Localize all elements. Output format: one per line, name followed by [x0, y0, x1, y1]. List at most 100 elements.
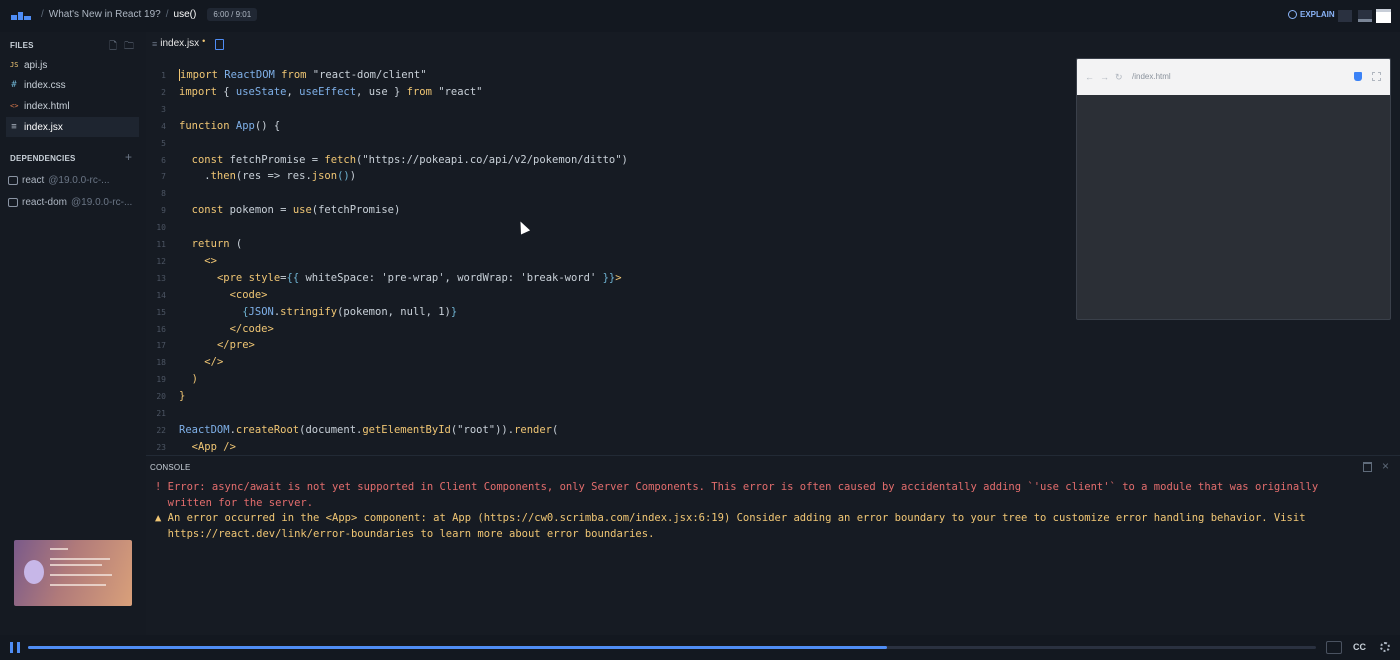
- file-name: index.css: [24, 79, 66, 91]
- line-number: 17: [156, 341, 166, 351]
- line-number: 19: [156, 375, 166, 385]
- code-line[interactable]: 18 </>: [146, 354, 223, 371]
- css-file-icon: #: [11, 80, 17, 90]
- line-number: 5: [161, 138, 166, 148]
- code-line[interactable]: 14 <code>: [146, 287, 267, 304]
- gear-icon[interactable]: [1380, 642, 1390, 652]
- line-number: 10: [156, 223, 166, 233]
- file-name: api.js: [24, 59, 48, 71]
- files-header: FILES: [10, 41, 34, 50]
- dependency-name: react: [22, 174, 45, 186]
- explain-icon: [1288, 10, 1297, 19]
- new-file-icon[interactable]: 🗋: [109, 39, 117, 56]
- code-line[interactable]: 3: [146, 101, 166, 118]
- dependency-react-dom[interactable]: react-dom @19.0.0-rc-...: [8, 192, 140, 212]
- code-line[interactable]: 21: [146, 405, 166, 422]
- code-line[interactable]: 9 const pokemon = use(fetchPromise): [146, 202, 400, 219]
- forward-arrow-icon[interactable]: →: [1100, 72, 1109, 83]
- explain-button[interactable]: EXPLAIN: [1288, 10, 1335, 19]
- file-item-index-css[interactable]: # index.css: [6, 75, 139, 95]
- code-line[interactable]: 8: [146, 185, 166, 202]
- line-number: 15: [156, 307, 166, 317]
- line-number: 4: [161, 121, 166, 131]
- captions-button[interactable]: CC: [1353, 642, 1366, 652]
- code-line[interactable]: 13 <pre style={{ whiteSpace: 'pre-wrap',…: [146, 270, 621, 287]
- code-text: </code>: [229, 322, 274, 335]
- code-line[interactable]: 4 function App() {: [146, 118, 280, 135]
- reload-icon[interactable]: ↻: [1115, 72, 1123, 83]
- line-number: 6: [161, 155, 166, 165]
- code-text: <>: [204, 254, 217, 267]
- code-text: import { useState, useEffect, use } from…: [179, 85, 483, 98]
- code-text: ): [191, 373, 198, 386]
- line-number: 1: [161, 71, 166, 80]
- code-line[interactable]: 16 </code>: [146, 321, 273, 338]
- file-name: index.jsx: [24, 121, 63, 133]
- code-text: function App() {: [179, 119, 281, 132]
- code-line[interactable]: 19 ): [146, 371, 198, 388]
- line-number: 9: [161, 206, 166, 216]
- code-line[interactable]: 20}: [146, 388, 185, 405]
- layout-toggle-1[interactable]: [1338, 10, 1352, 22]
- add-dependency-icon[interactable]: +: [125, 150, 132, 164]
- code-line[interactable]: 17 </pre>: [146, 337, 255, 354]
- pin-icon[interactable]: [1354, 72, 1362, 81]
- file-item-api-js[interactable]: JS api.js: [6, 55, 139, 75]
- dependency-version: @19.0.0-rc-...: [48, 174, 110, 186]
- code-text: import ReactDOM from "react-dom/client": [179, 69, 427, 81]
- tab-index-jsx[interactable]: ≡ index.jsx •: [152, 35, 206, 50]
- breadcrumb: / What's New in React 19? / use() 6:00 /…: [41, 8, 258, 21]
- code-text: const pokemon = use(fetchPromise): [191, 204, 401, 217]
- code-line[interactable]: 5: [146, 135, 166, 152]
- line-number: 20: [156, 392, 166, 402]
- explain-label: EXPLAIN: [1300, 10, 1335, 19]
- time-badge: 6:00 / 9:01: [207, 8, 258, 21]
- console-panel: CONSOLE × ! Error: async/await is not ye…: [146, 455, 1400, 635]
- pause-icon[interactable]: [10, 642, 20, 653]
- code-line[interactable]: 10: [146, 219, 166, 236]
- code-line[interactable]: 11 return (: [146, 236, 242, 253]
- new-folder-icon[interactable]: 🗀: [124, 39, 134, 56]
- line-number: 12: [156, 256, 166, 266]
- sidebar: FILES 🗋 🗀 JS api.js # index.css <> index…: [0, 32, 146, 635]
- breadcrumb-course[interactable]: What's New in React 19?: [49, 9, 161, 20]
- code-line[interactable]: 23 <App />: [146, 439, 236, 456]
- code-line[interactable]: 22 ReactDOM.createRoot(document.getElemen…: [146, 422, 558, 439]
- instructor-video-thumbnail[interactable]: [14, 540, 132, 606]
- breadcrumb-lesson: use(): [173, 9, 197, 20]
- code-line[interactable]: 1 import ReactDOM from "react-dom/client": [146, 67, 427, 84]
- html-file-icon: <>: [10, 102, 19, 110]
- file-name: index.html: [24, 100, 70, 112]
- expand-icon[interactable]: [1372, 72, 1381, 81]
- code-line[interactable]: 2 import { useState, useEffect, use } fro…: [146, 84, 482, 101]
- code-text: {JSON.stringify(pokemon, null, 1)}: [242, 305, 458, 318]
- package-icon: [8, 197, 18, 207]
- close-icon[interactable]: ×: [1382, 459, 1389, 473]
- code-text: </>: [204, 356, 224, 369]
- back-arrow-icon[interactable]: ←: [1085, 72, 1094, 83]
- code-line[interactable]: 12 <>: [146, 253, 217, 270]
- layout-toggle-3[interactable]: [1376, 9, 1391, 23]
- code-line[interactable]: 6 const fetchPromise = fetch("https://po…: [146, 152, 628, 169]
- line-number: 3: [161, 104, 166, 114]
- dependency-react[interactable]: react @19.0.0-rc-...: [8, 170, 140, 190]
- console-title: CONSOLE: [150, 463, 191, 472]
- file-item-index-html[interactable]: <> index.html: [6, 96, 139, 116]
- trash-icon[interactable]: [1363, 462, 1372, 472]
- scrimba-logo-icon[interactable]: [11, 11, 31, 21]
- speed-icon[interactable]: [1326, 641, 1342, 654]
- line-number: 23: [156, 442, 166, 452]
- line-number: 2: [161, 87, 166, 97]
- dependency-version: @19.0.0-rc-...: [71, 196, 133, 208]
- unsaved-dot: •: [202, 35, 206, 46]
- code-text: <pre style={{ whiteSpace: 'pre-wrap', wo…: [216, 271, 622, 284]
- browser-preview[interactable]: ← → ↻ /index.html: [1076, 58, 1391, 320]
- new-file-icon[interactable]: [215, 39, 224, 50]
- layout-toggle-2[interactable]: [1358, 10, 1372, 22]
- preview-url[interactable]: /index.html: [1132, 72, 1171, 81]
- progress-bar[interactable]: [28, 646, 1316, 649]
- code-text: </pre>: [216, 339, 255, 352]
- code-line[interactable]: 15 {JSON.stringify(pokemon, null, 1)}: [146, 304, 457, 321]
- code-line[interactable]: 7 .then(res => res.json()): [146, 168, 356, 185]
- file-item-index-jsx[interactable]: ≡ index.jsx: [6, 117, 139, 137]
